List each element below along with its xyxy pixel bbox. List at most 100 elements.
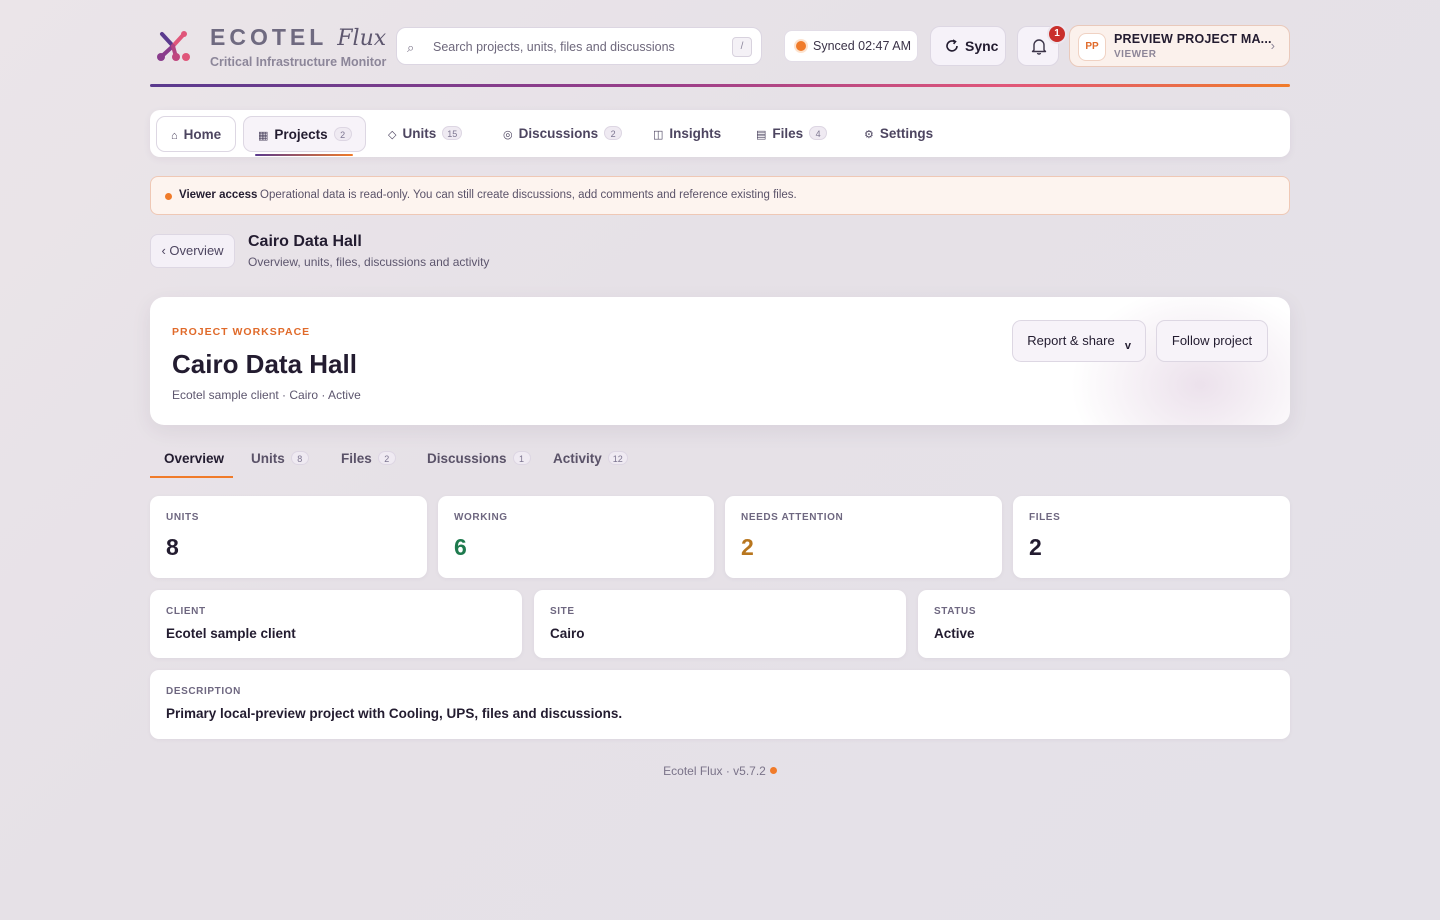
workspace-kicker: PROJECT WORKSPACE [172, 326, 311, 338]
report-share-label: Report & share [1027, 333, 1115, 348]
info-value: Cairo [550, 626, 585, 641]
nav-discussions[interactable]: ◎ Discussions 2 [503, 116, 623, 152]
description-value: Primary local-preview project with Cooli… [166, 706, 623, 721]
nav-discussions-count: 2 [604, 126, 623, 140]
stat-value: 2 [1029, 534, 1042, 560]
stat-needs-attention: NEEDS ATTENTION 2 [725, 496, 1002, 578]
info-client: CLIENT Ecotel sample client [150, 590, 522, 658]
file-icon: ▤ [756, 129, 767, 141]
profile-menu[interactable]: PP PREVIEW PROJECT MA... VIEWER › [1069, 25, 1290, 67]
sync-status-dot [796, 41, 806, 51]
notification-count-badge: 1 [1047, 24, 1067, 44]
app-header: ECOTEL Flux Critical Infrastructure Monit… [150, 24, 1290, 69]
nav-active-underline [255, 154, 353, 156]
info-status: STATUS Active [918, 590, 1290, 658]
main-nav: ⌂ Home ▦ Projects 2 ◇ Units 15 ◎ Discussions 2 … [150, 110, 1290, 157]
sync-button-label: Sync [965, 38, 999, 54]
profile-name: PREVIEW PROJECT MA... [1114, 32, 1272, 46]
report-share-button[interactable]: Report & share v [1012, 320, 1146, 362]
nav-projects-label: Projects [274, 127, 328, 142]
sync-button[interactable]: Sync [930, 26, 1006, 66]
nav-settings[interactable]: ⚙ Settings [864, 116, 933, 152]
nav-insights-label: Insights [669, 126, 722, 141]
chevron-right-icon: › [1270, 38, 1275, 53]
bell-icon [1031, 39, 1047, 55]
info-label: STATUS [934, 606, 977, 617]
tab-files[interactable]: Files 2 [341, 440, 396, 478]
nav-home[interactable]: ⌂ Home [156, 116, 236, 152]
viewer-access-banner: Viewer access Operational data is read-o… [150, 176, 1290, 215]
project-workspace-card: PROJECT WORKSPACE Cairo Data Hall Ecotel… [150, 297, 1290, 425]
nav-settings-label: Settings [879, 126, 934, 141]
tab-units[interactable]: Units 8 [251, 440, 309, 478]
nav-files-count: 4 [809, 126, 828, 140]
info-value: Active [934, 626, 975, 641]
app-footer: Ecotel Flux · v5.7.2 [150, 764, 1290, 778]
notifications-button[interactable]: 1 [1017, 24, 1067, 66]
stat-value: 6 [454, 534, 467, 560]
sync-status-text: Synced 02:47 AM [813, 39, 911, 53]
stat-label: WORKING [454, 512, 508, 523]
tab-activity-label: Activity [553, 451, 602, 466]
search-shortcut-hint: / [732, 37, 752, 57]
brand-name: ECOTEL [210, 24, 328, 50]
nav-units[interactable]: ◇ Units 15 [388, 116, 463, 152]
stat-units: UNITS 8 [150, 496, 427, 578]
banner-title: Viewer access [179, 189, 258, 201]
stat-label: NEEDS ATTENTION [741, 512, 844, 523]
global-search[interactable]: ⌕ / [396, 27, 762, 66]
project-tabs: Overview Units 8 Files 2 Discussions 1 Acti… [150, 440, 1290, 478]
brand: ECOTEL Flux Critical Infrastructure Monit… [210, 24, 387, 69]
nav-projects[interactable]: ▦ Projects 2 [243, 116, 366, 152]
info-label: SITE [550, 606, 575, 617]
tab-activity-count: 12 [607, 451, 628, 465]
nav-discussions-label: Discussions [518, 126, 599, 141]
profile-role: VIEWER [1114, 49, 1157, 60]
nav-home-label: Home [183, 127, 222, 142]
grid-icon: ▦ [258, 130, 269, 142]
banner-text: Operational data is read-only. You can s… [260, 189, 797, 201]
tab-active-underline [150, 476, 233, 478]
page-subtitle: Overview, units, files, discussions and … [248, 255, 490, 269]
ecotel-logo-icon[interactable] [154, 26, 192, 64]
description-label: DESCRIPTION [166, 686, 241, 697]
avatar: PP [1078, 33, 1106, 61]
stat-working: WORKING 6 [438, 496, 714, 578]
info-site: SITE Cairo [534, 590, 906, 658]
tab-discussions-count: 1 [512, 451, 531, 465]
back-to-overview-button[interactable]: ‹ Overview [150, 234, 235, 268]
tab-units-count: 8 [290, 451, 309, 465]
banner-dot [165, 193, 172, 200]
page-title: Cairo Data Hall [248, 233, 362, 250]
nav-files[interactable]: ▤ Files 4 [756, 116, 828, 152]
follow-project-button[interactable]: Follow project [1156, 320, 1268, 362]
stat-label: UNITS [166, 512, 199, 523]
info-value: Ecotel sample client [166, 626, 296, 641]
search-icon: ⌕ [407, 40, 415, 55]
header-accent-line [150, 84, 1290, 87]
sync-status: Synced 02:47 AM [784, 30, 918, 62]
tab-files-count: 2 [377, 451, 396, 465]
stat-value: 2 [741, 534, 754, 560]
nav-projects-count: 2 [333, 127, 352, 141]
columns-icon: ◫ [653, 129, 664, 141]
footer-status-dot [769, 767, 777, 774]
search-input[interactable] [431, 28, 725, 66]
tab-activity[interactable]: Activity 12 [553, 440, 628, 478]
gear-icon: ⚙ [864, 129, 874, 141]
nav-files-label: Files [772, 126, 804, 141]
brand-product: Flux [337, 26, 387, 51]
tab-overview[interactable]: Overview [164, 440, 224, 478]
nav-insights[interactable]: ◫ Insights [653, 116, 721, 152]
stat-files: FILES 2 [1013, 496, 1290, 578]
nav-units-label: Units [402, 126, 437, 141]
chevron-down-icon: v [1124, 340, 1131, 352]
tab-files-label: Files [341, 451, 372, 466]
description-card: DESCRIPTION Primary local-preview projec… [150, 670, 1290, 739]
home-icon: ⌂ [171, 130, 178, 142]
tab-discussions[interactable]: Discussions 1 [427, 440, 531, 478]
brand-tagline: Critical Infrastructure Monitor [210, 55, 387, 69]
workspace-title: Cairo Data Hall [172, 349, 357, 379]
nav-units-count: 15 [442, 126, 463, 140]
workspace-meta: Ecotel sample client · Cairo · Active [172, 388, 361, 402]
